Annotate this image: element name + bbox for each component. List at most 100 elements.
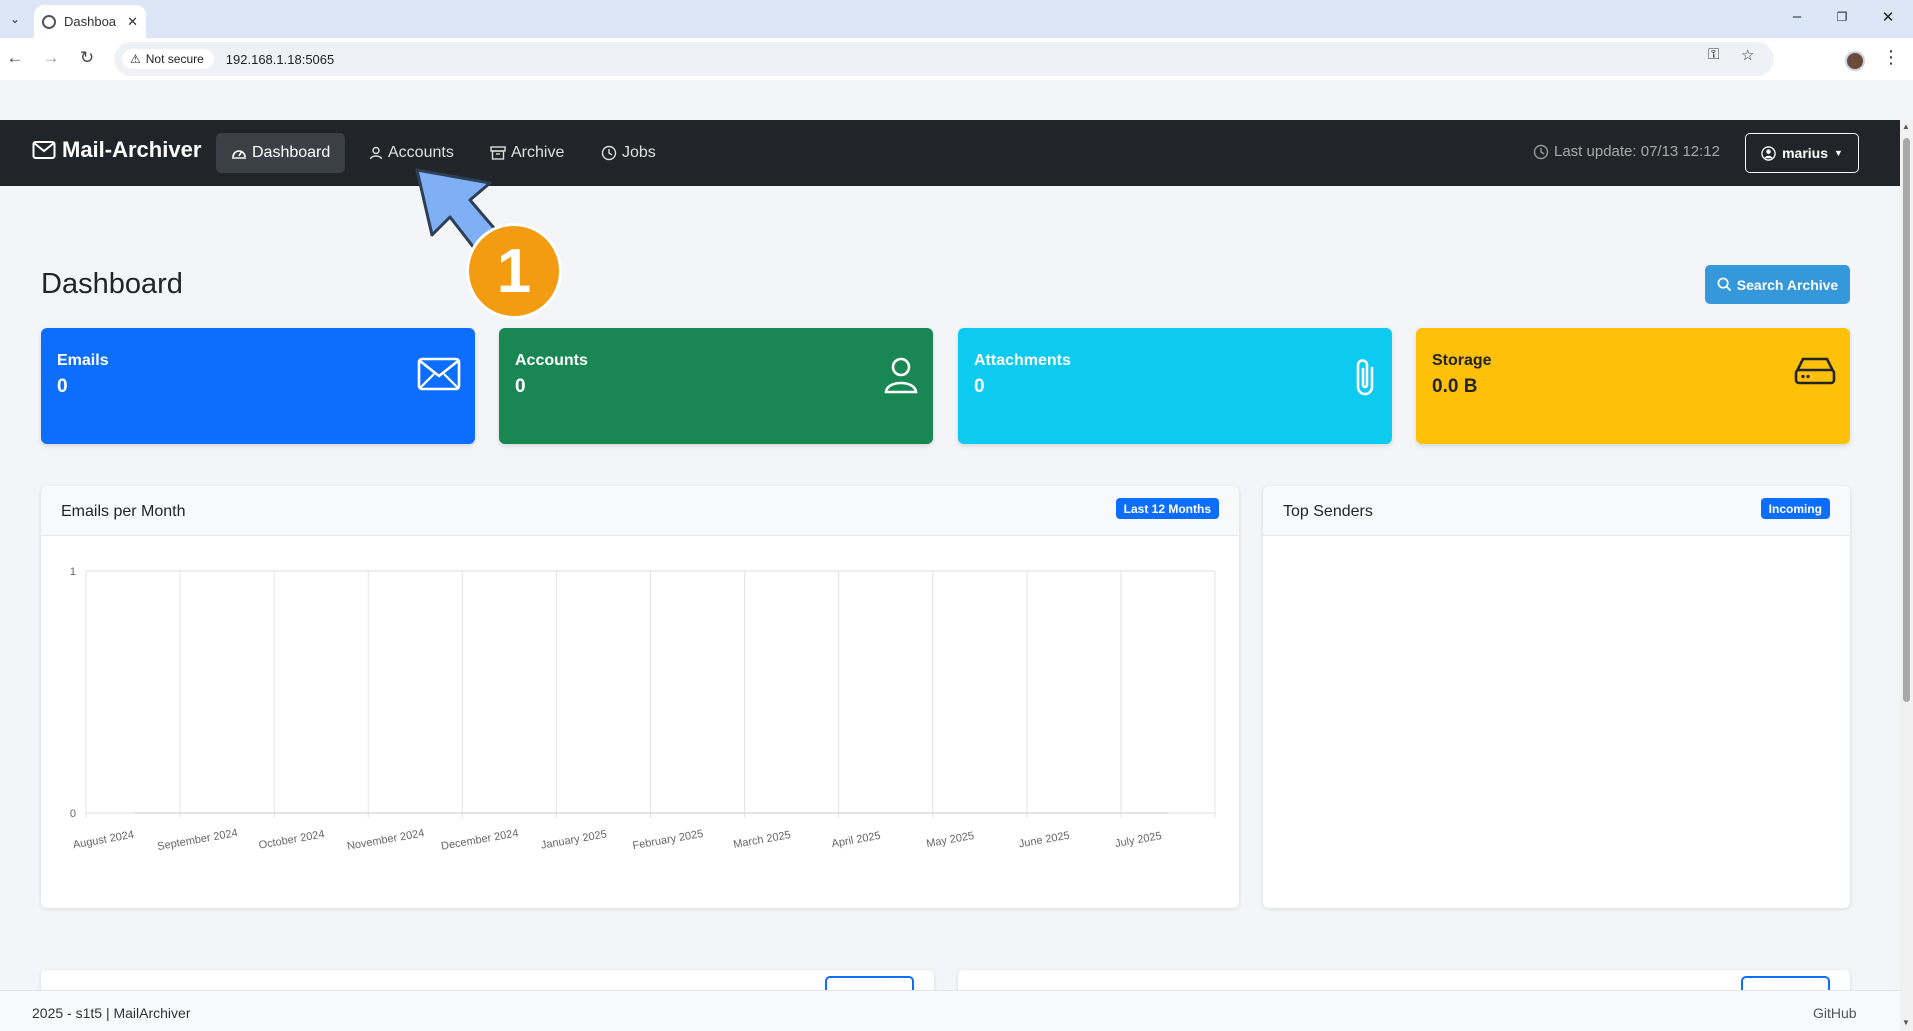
x-tick-label: February 2025	[632, 828, 705, 852]
speedometer-icon	[232, 150, 246, 159]
paperclip-icon	[1356, 359, 1374, 396]
tab-title: Dashboa	[64, 14, 117, 29]
panel-header: Emails per Month Last 12 Months	[41, 486, 1239, 536]
stat-label: Attachments	[974, 352, 1071, 369]
github-link[interactable]: GitHub	[1813, 1005, 1857, 1021]
scroll-thumb[interactable]	[1903, 138, 1910, 702]
stat-value: 0	[515, 376, 526, 397]
panel-title: Top Senders	[1283, 503, 1373, 520]
page-title: Dashboard	[41, 268, 183, 300]
last-update: Last update: 07/13 12:12	[1533, 143, 1720, 160]
footer-copyright: 2025 - s1t5 | MailArchiver	[32, 1005, 191, 1021]
x-tick-label: May 2025	[925, 830, 975, 850]
emails-chart: 0 1 August 2024 September 2024 October 2024 N…	[70, 566, 1216, 853]
nav-jobs[interactable]: Jobs	[586, 133, 671, 173]
data-point	[414, 812, 416, 814]
period-badge: Last 12 Months	[1115, 498, 1219, 519]
x-tick-label: November 2024	[346, 827, 425, 852]
favicon-icon	[42, 14, 56, 29]
hdd-icon	[1794, 357, 1836, 385]
stat-card-accounts: Accounts 0	[499, 328, 933, 444]
user-circle-icon	[1761, 145, 1776, 161]
window-close-icon[interactable]: ✕	[1878, 8, 1898, 26]
brand[interactable]: Mail-Archiver	[32, 137, 201, 163]
x-tick-label: April 2025	[831, 830, 882, 850]
nav-jobs-label: Jobs	[622, 144, 656, 161]
data-point	[697, 812, 699, 814]
nav-dashboard-label: Dashboard	[252, 144, 331, 161]
url-text[interactable]: 192.168.1.18:5065	[226, 52, 334, 67]
warning-icon: ⚠	[130, 52, 141, 66]
data-point	[320, 812, 322, 814]
y-tick-label: 1	[70, 566, 76, 578]
security-label: Not secure	[145, 52, 204, 66]
x-tick-label: September 2024	[156, 827, 238, 853]
data-point	[1073, 812, 1075, 814]
bookmark-star-icon[interactable]: ☆	[1741, 46, 1754, 64]
data-point	[602, 812, 604, 814]
x-tick-label: July 2025	[1114, 830, 1162, 850]
address-bar[interactable]: ⚠ Not secure 192.168.1.18:5065	[114, 42, 1774, 76]
stat-value: 0.0 B	[1432, 376, 1478, 397]
minimize-icon[interactable]: –	[1787, 8, 1807, 25]
incoming-badge: Incoming	[1760, 498, 1830, 519]
data-point	[226, 812, 228, 814]
panel-title: Emails per Month	[61, 503, 186, 520]
person-icon	[884, 357, 918, 394]
stat-label: Storage	[1432, 352, 1492, 369]
browser-toolbar: ← → ↻ ⚠ Not secure 192.168.1.18:5065 ⚿ ☆…	[0, 38, 1913, 80]
search-archive-label: Search Archive	[1736, 276, 1839, 293]
top-senders-panel: Top Senders Incoming	[1263, 486, 1850, 908]
x-tick-label: December 2024	[440, 827, 519, 852]
reload-icon[interactable]: ↻	[76, 48, 98, 68]
stat-value: 0	[57, 376, 68, 397]
search-icon	[1717, 277, 1731, 292]
annotation-step-badge: 1	[466, 223, 562, 319]
tab-close-icon[interactable]: ✕	[127, 14, 138, 30]
stat-card-storage: Storage 0.0 B	[1416, 328, 1850, 444]
caret-down-icon: ▼	[1834, 148, 1843, 158]
user-menu-button[interactable]: marius ▼	[1745, 133, 1859, 173]
panel-header: Top Senders Incoming	[1263, 486, 1850, 536]
nav-archive-label: Archive	[511, 144, 565, 161]
stat-card-attachments: Attachments 0	[958, 328, 1392, 444]
stat-label: Accounts	[515, 352, 588, 369]
data-point	[791, 812, 793, 814]
brand-name: Mail-Archiver	[62, 137, 202, 162]
person-icon	[369, 146, 383, 160]
page-scrollbar[interactable]: ▲ ▼	[1900, 120, 1913, 1031]
data-point	[1167, 812, 1169, 814]
browser-tab[interactable]: Dashboa ✕	[34, 5, 146, 38]
last-update-text: Last update: 07/13 12:12	[1554, 143, 1720, 160]
data-point	[885, 812, 887, 814]
page-footer: 2025 - s1t5 | MailArchiver GitHub	[0, 990, 1900, 1031]
envelope-icon	[417, 357, 461, 391]
scroll-down-icon[interactable]: ▼	[1902, 1018, 1910, 1027]
app-navbar: Mail-Archiver Dashboard Accounts Archive…	[0, 120, 1900, 186]
x-tick-label: June 2025	[1018, 830, 1071, 851]
nav-dashboard[interactable]: Dashboard	[216, 133, 346, 173]
x-tick-label: January 2025	[540, 828, 608, 851]
forward-icon[interactable]: →	[40, 48, 62, 68]
scroll-up-icon[interactable]: ▲	[1902, 122, 1910, 131]
profile-avatar[interactable]	[1845, 51, 1865, 71]
browser-menu-icon[interactable]: ⋮	[1882, 47, 1900, 68]
emails-per-month-panel: Emails per Month Last 12 Months 0 1 August…	[41, 486, 1239, 908]
restore-icon[interactable]: ❐	[1832, 10, 1852, 24]
stat-label: Emails	[57, 352, 109, 369]
back-icon[interactable]: ←	[4, 48, 26, 68]
user-name: marius	[1782, 145, 1828, 161]
data-point	[508, 812, 510, 814]
browser-tabstrip: ⌄ Dashboa ✕ – ❐ ✕	[0, 0, 1913, 38]
clock-icon	[601, 145, 617, 161]
tab-search-icon[interactable]: ⌄	[4, 8, 26, 30]
password-key-icon[interactable]: ⚿	[1708, 46, 1719, 63]
data-point	[979, 812, 981, 814]
y-tick-label: 0	[70, 808, 76, 820]
x-tick-label: March 2025	[732, 829, 791, 851]
stat-value: 0	[974, 376, 985, 397]
x-tick-label: August 2024	[72, 829, 135, 852]
search-archive-button[interactable]: Search Archive	[1705, 265, 1850, 304]
security-chip[interactable]: ⚠ Not secure	[122, 49, 214, 69]
stat-card-emails: Emails 0	[41, 328, 475, 444]
